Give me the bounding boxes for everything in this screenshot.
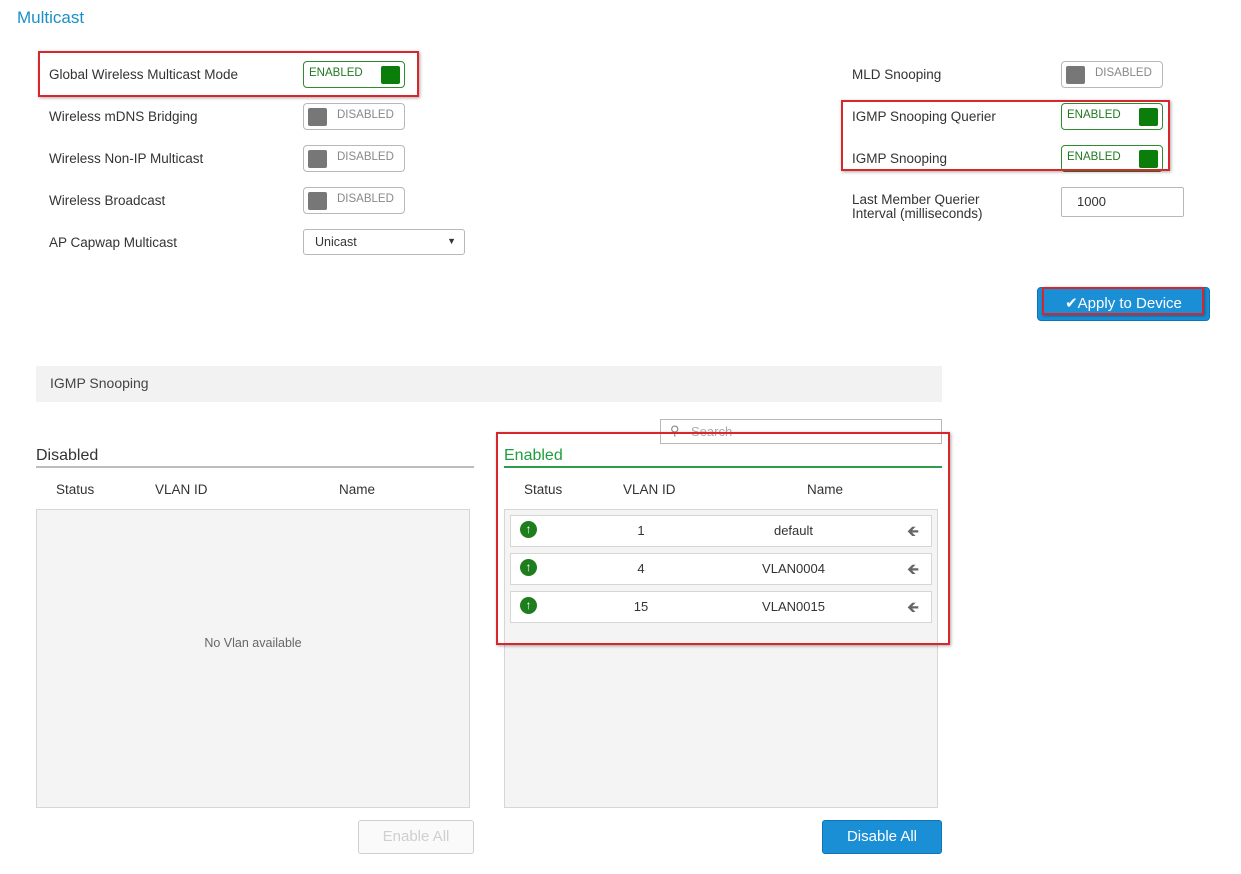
disable-all-button[interactable]: Disable All xyxy=(822,820,942,854)
empty-list-message: No Vlan available xyxy=(204,636,302,650)
section-title: IGMP Snooping xyxy=(50,375,149,391)
toggle-state-label: DISABLED xyxy=(1095,67,1152,79)
mld-snooping-label: MLD Snooping xyxy=(852,67,942,82)
enable-all-button[interactable]: Enable All xyxy=(358,820,474,854)
mld-snooping-toggle[interactable]: DISABLED xyxy=(1061,61,1163,88)
disabled-vlan-list: No Vlan available xyxy=(36,509,470,808)
toggle-knob xyxy=(308,150,327,168)
mdns-bridging-label: Wireless mDNS Bridging xyxy=(49,109,198,124)
disabled-panel-divider xyxy=(36,466,474,468)
non-ip-multicast-toggle[interactable]: DISABLED xyxy=(303,145,405,172)
disabled-col-status: Status xyxy=(56,482,95,497)
last-member-label-line1: Last Member Querier xyxy=(852,192,980,207)
disabled-col-vlan-id: VLAN ID xyxy=(155,482,208,497)
ap-capwap-multicast-label: AP Capwap Multicast xyxy=(49,235,178,250)
caret-down-icon: ▼ xyxy=(447,236,456,246)
ap-capwap-multicast-select[interactable]: Unicast ▼ xyxy=(303,229,465,255)
last-member-label-line2: Interval (milliseconds) xyxy=(852,206,983,221)
toggle-state-label: DISABLED xyxy=(337,151,394,163)
mdns-bridging-toggle[interactable]: DISABLED xyxy=(303,103,405,130)
toggle-knob xyxy=(308,108,327,126)
igmp-snooping-section-header: IGMP Snooping xyxy=(36,366,942,402)
disabled-panel-title: Disabled xyxy=(36,447,99,464)
toggle-state-label: DISABLED xyxy=(337,109,394,121)
non-ip-multicast-label: Wireless Non-IP Multicast xyxy=(49,151,204,166)
toggle-knob xyxy=(308,192,327,210)
highlight-box-global-mode xyxy=(38,51,419,97)
wireless-broadcast-toggle[interactable]: DISABLED xyxy=(303,187,405,214)
highlight-box-igmp-settings xyxy=(841,100,1170,171)
highlight-box-apply xyxy=(1042,287,1204,315)
select-value: Unicast xyxy=(315,235,357,249)
last-member-interval-input[interactable]: 1000 xyxy=(1061,187,1184,217)
disabled-col-name: Name xyxy=(339,482,376,497)
last-member-querier-label: Last Member Querier Interval (millisecon… xyxy=(852,193,983,221)
wireless-broadcast-label: Wireless Broadcast xyxy=(49,193,166,208)
page-title: Multicast xyxy=(17,8,85,27)
highlight-box-enabled-vlans xyxy=(496,432,950,645)
toggle-state-label: DISABLED xyxy=(337,193,394,205)
toggle-knob xyxy=(1066,66,1085,84)
